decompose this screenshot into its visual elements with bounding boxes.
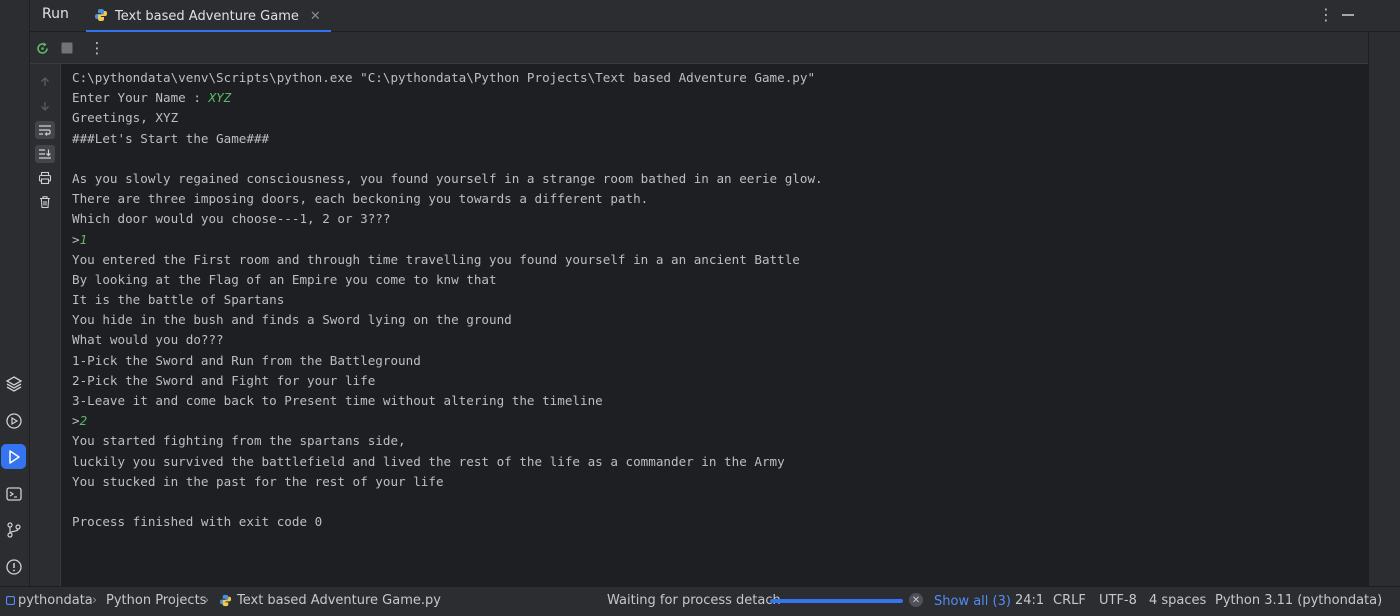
console-line: As you slowly regained consciousness, yo… bbox=[72, 169, 1368, 189]
console-line-text: 2-Pick the Sword and Fight for your life bbox=[72, 372, 376, 388]
project-square-icon bbox=[5, 594, 16, 609]
console-side-toolbar bbox=[30, 64, 61, 586]
more-vertical-icon[interactable]: ⋮ bbox=[1318, 6, 1334, 24]
process-status-text: Waiting for process detach bbox=[607, 593, 781, 608]
console-line-text: You stucked in the past for the rest of … bbox=[72, 473, 444, 489]
console-line: It is the battle of Spartans bbox=[72, 290, 1368, 310]
console-line-text: You entered the First room and through t… bbox=[72, 251, 800, 267]
breadcrumb-project[interactable]: pythondata bbox=[18, 593, 93, 608]
console-line: You entered the First room and through t… bbox=[72, 250, 1368, 270]
console-line: 3-Leave it and come back to Present time… bbox=[72, 391, 1368, 411]
python-file-icon bbox=[94, 7, 108, 26]
console-user-input: 2 bbox=[79, 413, 88, 429]
right-scroll-gutter bbox=[1368, 32, 1400, 586]
console-line: 2-Pick the Sword and Fight for your life bbox=[72, 371, 1368, 391]
console-user-input: 1 bbox=[79, 231, 88, 247]
console-line: What would you do??? bbox=[72, 330, 1368, 350]
python-interpreter[interactable]: Python 3.11 (pythondata) bbox=[1215, 593, 1382, 608]
up-arrow-icon[interactable] bbox=[35, 73, 55, 91]
run-toolbar: ⋮ bbox=[30, 32, 1368, 64]
tab-run-config[interactable]: Text based Adventure Game ✕ bbox=[86, 0, 331, 32]
console-line-text: Process finished with exit code 0 bbox=[72, 514, 323, 530]
console-line-text: As you slowly regained consciousness, yo… bbox=[72, 170, 823, 186]
more-vertical-icon[interactable]: ⋮ bbox=[89, 39, 105, 57]
minimize-icon[interactable] bbox=[1341, 6, 1355, 28]
print-icon[interactable] bbox=[35, 169, 55, 187]
line-separator[interactable]: CRLF bbox=[1053, 593, 1086, 608]
console-line-text: luckily you survived the battlefield and… bbox=[72, 453, 785, 469]
chevron-right-icon: › bbox=[204, 593, 210, 608]
console-line: >1 bbox=[72, 230, 1368, 250]
console-line-text: > bbox=[72, 231, 80, 247]
services-icon[interactable] bbox=[1, 408, 26, 433]
console-line: You hide in the bush and finds a Sword l… bbox=[72, 310, 1368, 330]
console-line-text: Enter Your Name : bbox=[72, 90, 209, 106]
console-line: luckily you survived the battlefield and… bbox=[72, 452, 1368, 472]
console-line-text: C:\pythondata\venv\Scripts\python.exe "C… bbox=[72, 70, 816, 85]
console-line-text: By looking at the Flag of an Empire you … bbox=[72, 271, 497, 287]
console-line: There are three imposing doors, each bec… bbox=[72, 189, 1368, 209]
git-branch-icon[interactable] bbox=[1, 517, 26, 542]
console-line-text: ###Let's Start the Game### bbox=[72, 130, 270, 146]
scroll-to-end-icon[interactable] bbox=[35, 145, 55, 163]
console-line-text: It is the battle of Spartans bbox=[72, 292, 285, 308]
status-bar: pythondata › Python Projects › Text base… bbox=[0, 586, 1400, 616]
cursor-position[interactable]: 24:1 bbox=[1015, 593, 1044, 608]
console-line: ###Let's Start the Game### bbox=[72, 129, 1368, 149]
cancel-process-icon[interactable]: ✕ bbox=[909, 593, 923, 607]
run-icon[interactable] bbox=[1, 444, 26, 469]
console-line: Process finished with exit code 0 bbox=[72, 512, 1368, 532]
trash-icon[interactable] bbox=[35, 193, 55, 211]
breadcrumb-file[interactable]: Text based Adventure Game.py bbox=[237, 593, 441, 608]
console-line: You started fighting from the spartans s… bbox=[72, 431, 1368, 451]
console-line: You stucked in the past for the rest of … bbox=[72, 472, 1368, 492]
indent-setting[interactable]: 4 spaces bbox=[1149, 593, 1206, 608]
console-output[interactable]: C:\pythondata\venv\Scripts\python.exe "C… bbox=[61, 64, 1368, 586]
process-progress-bar bbox=[770, 599, 903, 603]
console-line-text: You hide in the bush and finds a Sword l… bbox=[72, 312, 512, 328]
console-line-text: > bbox=[72, 413, 80, 429]
console-line: 1-Pick the Sword and Run from the Battle… bbox=[72, 351, 1368, 371]
layers-icon[interactable] bbox=[1, 371, 26, 396]
tool-window-title: Run bbox=[42, 6, 69, 22]
console-line-text: Which door would you choose---1, 2 or 3?… bbox=[72, 211, 391, 227]
console-line: C:\pythondata\venv\Scripts\python.exe "C… bbox=[72, 68, 1368, 88]
problems-icon[interactable] bbox=[1, 554, 26, 579]
breadcrumb-folder[interactable]: Python Projects bbox=[106, 593, 206, 608]
console-line: >2 bbox=[72, 411, 1368, 431]
console-line-text: What would you do??? bbox=[72, 332, 224, 348]
activity-bar bbox=[0, 0, 30, 586]
console-line: Greetings, XYZ bbox=[72, 108, 1368, 128]
chevron-right-icon: › bbox=[92, 593, 98, 608]
console-line: Enter Your Name : XYZ bbox=[72, 88, 1368, 108]
show-all-link[interactable]: Show all (3) bbox=[934, 594, 1011, 609]
console-line-text: You started fighting from the spartans s… bbox=[72, 433, 406, 449]
tool-window-header: Run Text based Adventure Game ✕ ⋮ bbox=[30, 0, 1400, 32]
python-file-icon bbox=[219, 594, 232, 611]
file-encoding[interactable]: UTF-8 bbox=[1099, 593, 1137, 608]
down-arrow-icon[interactable] bbox=[35, 97, 55, 115]
close-icon[interactable]: ✕ bbox=[310, 9, 321, 24]
terminal-icon[interactable] bbox=[1, 481, 26, 506]
console-line-text: 3-Leave it and come back to Present time… bbox=[72, 393, 603, 408]
console-line-text: 1-Pick the Sword and Run from the Battle… bbox=[72, 352, 421, 368]
console-line: Which door would you choose---1, 2 or 3?… bbox=[72, 209, 1368, 229]
stop-icon[interactable] bbox=[59, 40, 75, 56]
rerun-icon[interactable] bbox=[34, 40, 50, 56]
soft-wrap-icon[interactable] bbox=[35, 121, 55, 139]
console-line: By looking at the Flag of an Empire you … bbox=[72, 270, 1368, 290]
console-line-text: Greetings, XYZ bbox=[72, 110, 179, 126]
console-user-input: XYZ bbox=[208, 90, 232, 106]
console-line-text: There are three imposing doors, each bec… bbox=[72, 191, 649, 207]
tab-label: Text based Adventure Game bbox=[115, 8, 299, 24]
